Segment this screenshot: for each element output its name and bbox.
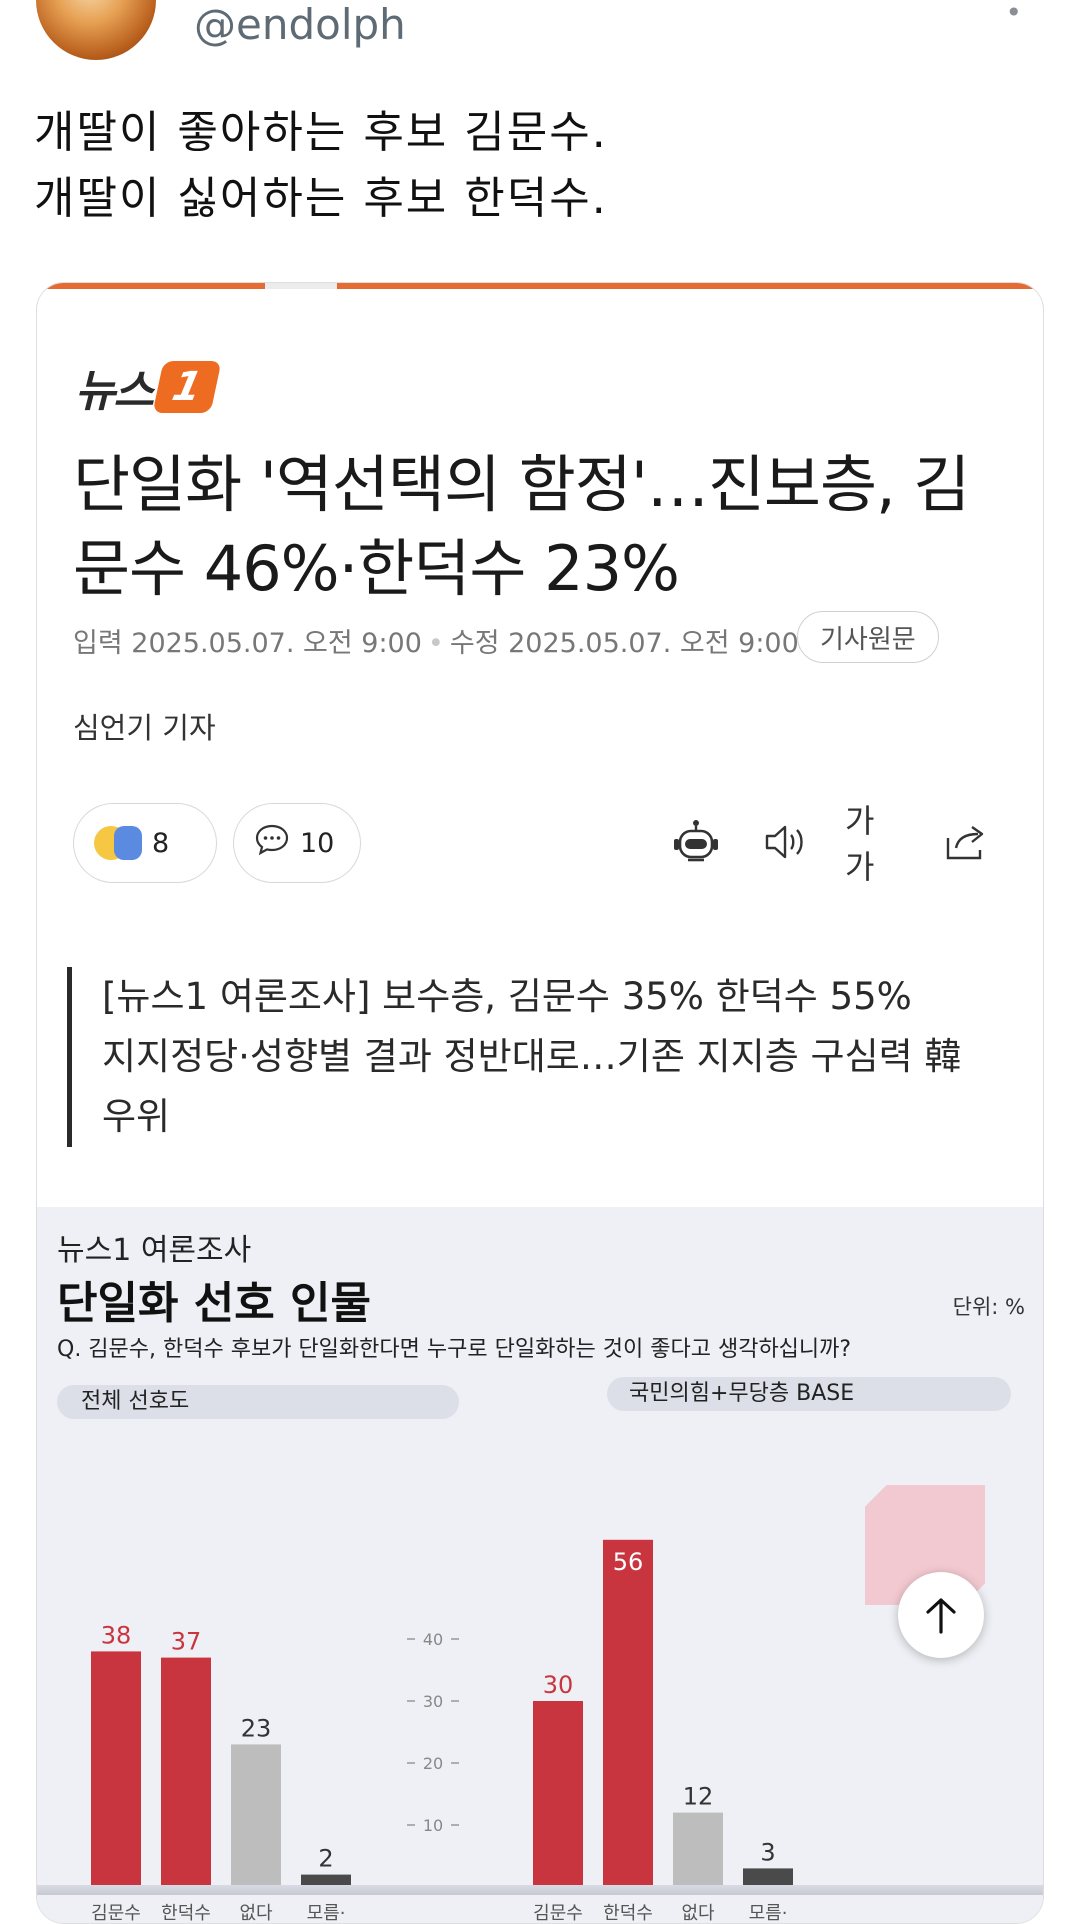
more-options-icon[interactable]: • xyxy=(1005,0,1022,29)
article-headline: 단일화 '역선택의 함정'…진보층, 김문수 46%·한덕수 23% xyxy=(73,448,970,605)
ai-summary-robot-icon[interactable] xyxy=(667,813,725,871)
bar-value-label: 38 xyxy=(101,1621,132,1649)
news1-logo: 뉴스 1 xyxy=(75,359,222,417)
article-summary-quote: [뉴스1 여론조사] 보수층, 김문수 35% 한덕수 55% 지지정당·성향별… xyxy=(67,967,1002,1147)
meta-separator: • xyxy=(427,628,444,659)
article-image-card[interactable]: 뉴스 1 단일화 '역선택의 함정'…진보층, 김문수 46%·한덕수 23% … xyxy=(36,282,1044,1924)
quote-line: 우위 xyxy=(102,1095,171,1138)
category-label: 한덕수 xyxy=(161,1903,211,1923)
surprise-emoji-icon xyxy=(114,826,142,860)
category-label: 김문수 xyxy=(91,1903,141,1923)
original-article-button[interactable]: 기사원문 xyxy=(797,611,939,663)
category-label: 한덕수 xyxy=(603,1903,653,1923)
chart-bar xyxy=(673,1812,723,1887)
reporter-byline: 심언기 기자 xyxy=(73,711,216,745)
logo-badge: 1 xyxy=(152,361,222,413)
comment-icon xyxy=(254,823,290,864)
category-label: 모름· xyxy=(307,1903,346,1923)
category-label: 김문수 xyxy=(533,1903,583,1923)
category-label: 모름· xyxy=(749,1903,788,1923)
bar-value-label: 12 xyxy=(683,1783,714,1811)
tweet-text-line-2: 개딸이 싫어하는 후보 한덕수. xyxy=(34,173,608,224)
bar-value-label: 23 xyxy=(241,1714,272,1742)
speaker-icon[interactable] xyxy=(757,813,815,871)
chart-bar xyxy=(91,1651,141,1887)
card-accent-gap xyxy=(265,283,337,289)
avatar[interactable] xyxy=(36,0,156,60)
comment-count: 10 xyxy=(300,827,335,859)
bar-value-label: 30 xyxy=(543,1671,574,1699)
poll-infographic: 뉴스1 여론조사 단일화 선호 인물 단위: % Q. 김문수, 한덕수 후보가… xyxy=(37,1207,1043,1923)
axis-tick-label: 20 xyxy=(423,1754,443,1773)
chart-bar xyxy=(161,1657,211,1887)
axis-tick-label: 10 xyxy=(423,1816,443,1835)
chart-bar xyxy=(603,1539,653,1887)
bar-value-label: 37 xyxy=(171,1628,202,1656)
scroll-to-top-button[interactable] xyxy=(898,1572,984,1658)
category-label: 없다 xyxy=(681,1903,715,1923)
tweet-text-line-1: 개딸이 좋아하는 후보 김문수. xyxy=(34,107,608,158)
edit-date: 수정 2025.05.07. 오전 9:00 xyxy=(449,628,799,659)
bar-value-label: 2 xyxy=(318,1845,333,1873)
category-label: 없다 xyxy=(239,1903,273,1923)
arrow-up-icon xyxy=(926,1598,956,1634)
reaction-button[interactable]: 8 xyxy=(73,803,217,883)
reaction-count: 8 xyxy=(152,827,170,859)
card-accent-bar xyxy=(37,283,1043,289)
font-size-icon[interactable]: 가가 xyxy=(845,802,903,886)
user-handle[interactable]: @endolph xyxy=(194,0,406,49)
axis-tick-label: 30 xyxy=(423,1692,443,1711)
bar-value-label: 3 xyxy=(760,1838,775,1866)
comment-button[interactable]: 10 xyxy=(233,803,361,883)
chart-bar xyxy=(231,1744,281,1887)
article-dates: 입력 2025.05.07. 오전 9:00 • 수정 2025.05.07. 오전… xyxy=(73,621,799,660)
logo-text: 뉴스 xyxy=(75,366,154,417)
quote-line: [뉴스1 여론조사] 보수층, 김문수 35% 한덕수 55% xyxy=(102,975,912,1018)
bar-value-label: 56 xyxy=(613,1548,644,1576)
share-icon[interactable] xyxy=(937,813,995,871)
bar-charts: 38 김문수 37 한덕수 23 없다 2 모름· 30 김문수 56 한덕수 12 없다 3 모름· 40 30… xyxy=(91,1539,793,1923)
input-date: 입력 2025.05.07. 오전 9:00 xyxy=(73,628,422,659)
quote-line: 지지정당·성향별 결과 정반대로…기존 지지층 구심력 韓 xyxy=(102,1035,962,1078)
axis-tick-label: 40 xyxy=(423,1630,443,1649)
chart-baseline xyxy=(37,1885,1043,1895)
chart-bar xyxy=(533,1701,583,1887)
